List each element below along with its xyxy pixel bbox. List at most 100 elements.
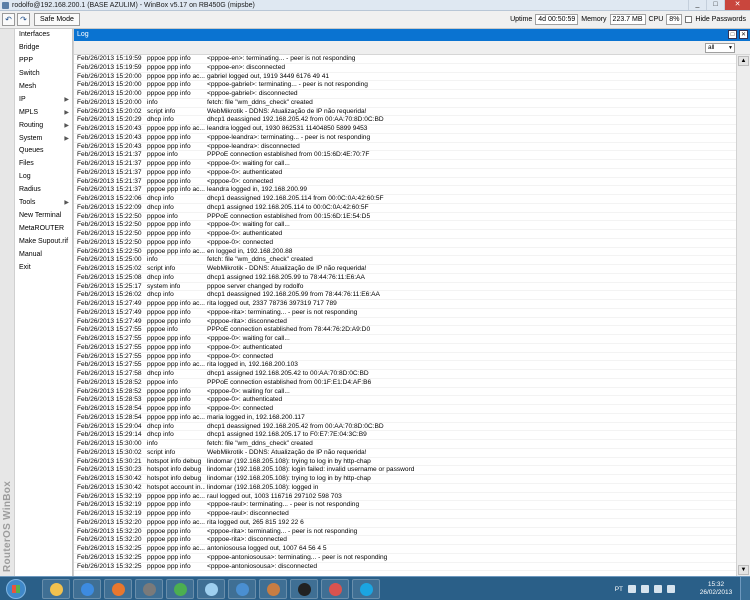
- log-row[interactable]: Feb/26/2013 15:32:25 pppoe ppp info ac...…: [74, 545, 737, 554]
- log-row[interactable]: Feb/26/2013 15:27:55 pppoe info PPPoE conn…: [74, 326, 737, 335]
- sidebar-item-manual[interactable]: Manual: [15, 249, 73, 262]
- log-row[interactable]: Feb/26/2013 15:32:19 pppoe ppp info <pppoe…: [74, 510, 737, 519]
- undo-icon[interactable]: ↶: [2, 13, 15, 26]
- firefox-icon[interactable]: [104, 579, 132, 599]
- log-row[interactable]: Feb/26/2013 15:32:19 pppoe ppp info ac...…: [74, 493, 737, 502]
- log-row[interactable]: Feb/26/2013 15:32:20 pppoe ppp info <pppoe…: [74, 528, 737, 537]
- hide-passwords-checkbox[interactable]: [685, 16, 693, 23]
- log-row[interactable]: Feb/26/2013 15:22:06 dhcp info dhcp1 deass…: [74, 195, 737, 204]
- winbox-icon[interactable]: [135, 579, 163, 599]
- sidebar-item-log[interactable]: Log: [15, 171, 73, 184]
- scroll-up-icon[interactable]: ▲: [738, 56, 749, 66]
- log-row[interactable]: Feb/26/2013 15:32:25 pppoe ppp info <pppoe…: [74, 554, 737, 563]
- cmd-icon[interactable]: [290, 579, 318, 599]
- network-app-icon[interactable]: [228, 579, 256, 599]
- log-row[interactable]: Feb/26/2013 15:21:37 pppoe info PPPoE conn…: [74, 151, 737, 160]
- sidebar-item-exit[interactable]: Exit: [15, 262, 73, 275]
- log-row[interactable]: Feb/26/2013 15:20:00 info fetch: file "wm_…: [74, 99, 737, 108]
- sidebar-item-ppp[interactable]: PPP: [15, 55, 73, 68]
- log-filter-select[interactable]: all ▼: [705, 43, 735, 53]
- log-row[interactable]: Feb/26/2013 15:30:00 info fetch: file "wm_…: [74, 440, 737, 449]
- language-indicator[interactable]: PT: [615, 586, 623, 593]
- log-row[interactable]: Feb/26/2013 15:20:00 pppoe ppp info <pppoe…: [74, 90, 737, 99]
- sidebar-item-system[interactable]: System ▶: [15, 133, 73, 146]
- log-row[interactable]: Feb/26/2013 15:32:20 pppoe ppp info <pppoe…: [74, 536, 737, 545]
- start-button[interactable]: [6, 579, 26, 599]
- log-row[interactable]: Feb/26/2013 15:29:14 dhcp info dhcp1 assig…: [74, 431, 737, 440]
- log-row[interactable]: Feb/26/2013 15:20:00 pppoe ppp info <pppoe…: [74, 81, 737, 90]
- log-row[interactable]: Feb/26/2013 15:32:20 pppoe ppp info ac...…: [74, 519, 737, 528]
- flag-icon[interactable]: [667, 585, 675, 593]
- sidebar-item-queues[interactable]: Queues: [15, 145, 73, 158]
- log-row[interactable]: Feb/26/2013 15:21:37 pppoe ppp info ac...…: [74, 186, 737, 195]
- sidebar-item-switch[interactable]: Switch: [15, 68, 73, 81]
- tray-arrow-icon[interactable]: [628, 585, 636, 593]
- log-close-icon[interactable]: ✕: [739, 30, 748, 39]
- log-row[interactable]: Feb/26/2013 15:20:43 pppoe ppp info ac...…: [74, 125, 737, 134]
- log-row[interactable]: Feb/26/2013 15:27:49 pppoe ppp info <pppoe…: [74, 309, 737, 318]
- log-row[interactable]: Feb/26/2013 15:21:37 pppoe ppp info <pppoe…: [74, 169, 737, 178]
- sidebar-item-routing[interactable]: Routing ▶: [15, 120, 73, 133]
- log-row[interactable]: Feb/26/2013 15:28:54 pppoe ppp info ac...…: [74, 414, 737, 423]
- log-row[interactable]: Feb/26/2013 15:25:08 dhcp info dhcp1 assig…: [74, 274, 737, 283]
- log-row[interactable]: Feb/26/2013 15:25:02 script info WebMikrot…: [74, 265, 737, 274]
- log-row[interactable]: Feb/26/2013 15:30:42 hotspot account in..…: [74, 484, 737, 493]
- internet-explorer-icon[interactable]: [73, 579, 101, 599]
- chrome-icon[interactable]: [166, 579, 194, 599]
- maximize-button[interactable]: □: [706, 0, 724, 10]
- log-row[interactable]: Feb/26/2013 15:28:52 pppoe ppp info <pppoe…: [74, 388, 737, 397]
- sidebar-item-radius[interactable]: Radius: [15, 184, 73, 197]
- log-row[interactable]: Feb/26/2013 15:20:43 pppoe ppp info <pppoe…: [74, 134, 737, 143]
- scroll-down-icon[interactable]: ▼: [738, 565, 749, 575]
- show-desktop-button[interactable]: [740, 577, 750, 600]
- log-row[interactable]: Feb/26/2013 15:21:37 pppoe ppp info <pppoe…: [74, 178, 737, 187]
- sidebar-item-make-supout-rif[interactable]: Make Supout.rif: [15, 236, 73, 249]
- log-list[interactable]: Feb/26/2013 15:19:59 pppoe ppp info <pppoe…: [74, 55, 737, 576]
- log-row[interactable]: Feb/26/2013 15:30:21 hotspot info debug li…: [74, 458, 737, 467]
- log-titlebar[interactable]: Log □ ✕: [74, 29, 750, 41]
- log-row[interactable]: Feb/26/2013 15:30:23 hotspot info debug li…: [74, 466, 737, 475]
- log-row[interactable]: Feb/26/2013 15:30:02 script info WebMikrot…: [74, 449, 737, 458]
- sidebar-item-bridge[interactable]: Bridge: [15, 42, 73, 55]
- safe-mode-button[interactable]: Safe Mode: [34, 13, 80, 26]
- log-row[interactable]: Feb/26/2013 15:19:59 pppoe ppp info <pppoe…: [74, 55, 737, 64]
- log-row[interactable]: Feb/26/2013 15:27:58 dhcp info dhcp1 assig…: [74, 370, 737, 379]
- log-row[interactable]: Feb/26/2013 15:28:52 pppoe info PPPoE conn…: [74, 379, 737, 388]
- photo-app-icon[interactable]: [259, 579, 287, 599]
- log-row[interactable]: Feb/26/2013 15:20:00 pppoe ppp info ac...…: [74, 73, 737, 82]
- log-row[interactable]: Feb/26/2013 15:25:00 info fetch: file "wm_…: [74, 256, 737, 265]
- close-button[interactable]: ✕: [724, 0, 750, 10]
- explorer-icon[interactable]: [42, 579, 70, 599]
- log-row[interactable]: Feb/26/2013 15:25:17 system info pppoe ser…: [74, 283, 737, 292]
- log-row[interactable]: Feb/26/2013 15:27:55 pppoe ppp info ac...…: [74, 361, 737, 370]
- log-row[interactable]: Feb/26/2013 15:27:55 pppoe ppp info <pppoe…: [74, 344, 737, 353]
- log-row[interactable]: Feb/26/2013 15:20:29 dhcp info dhcp1 deass…: [74, 116, 737, 125]
- log-row[interactable]: Feb/26/2013 15:32:25 pppoe ppp info <pppoe…: [74, 563, 737, 572]
- sidebar-item-mesh[interactable]: Mesh: [15, 81, 73, 94]
- log-row[interactable]: Feb/26/2013 15:22:50 pppoe ppp info <pppoe…: [74, 239, 737, 248]
- log-row[interactable]: Feb/26/2013 15:27:49 pppoe ppp info <pppoe…: [74, 318, 737, 327]
- sidebar-item-new-terminal[interactable]: New Terminal: [15, 210, 73, 223]
- log-row[interactable]: Feb/26/2013 15:26:02 dhcp info dhcp1 deass…: [74, 291, 737, 300]
- log-row[interactable]: Feb/26/2013 15:22:50 pppoe info PPPoE conn…: [74, 213, 737, 222]
- volume-icon[interactable]: [654, 585, 662, 593]
- log-row[interactable]: Feb/26/2013 15:28:54 pppoe ppp info <pppoe…: [74, 405, 737, 414]
- redo-icon[interactable]: ↷: [17, 13, 30, 26]
- log-row[interactable]: Feb/26/2013 15:19:59 pppoe ppp info <pppoe…: [74, 64, 737, 73]
- paint-icon[interactable]: [321, 579, 349, 599]
- log-row[interactable]: Feb/26/2013 15:20:02 script info WebMikrot…: [74, 108, 737, 117]
- log-row[interactable]: Feb/26/2013 15:27:55 pppoe ppp info <pppoe…: [74, 353, 737, 362]
- sidebar-item-ip[interactable]: IP ▶: [15, 94, 73, 107]
- log-row[interactable]: Feb/26/2013 15:30:42 hotspot info debug li…: [74, 475, 737, 484]
- network-icon[interactable]: [641, 585, 649, 593]
- minimize-button[interactable]: _: [688, 0, 706, 10]
- log-row[interactable]: Feb/26/2013 15:20:43 pppoe ppp info <pppoe…: [74, 143, 737, 152]
- sidebar-item-mpls[interactable]: MPLS ▶: [15, 107, 73, 120]
- log-row[interactable]: Feb/26/2013 15:22:50 pppoe ppp info <pppoe…: [74, 230, 737, 239]
- log-row[interactable]: Feb/26/2013 15:29:04 dhcp info dhcp1 deass…: [74, 423, 737, 432]
- sidebar-item-interfaces[interactable]: Interfaces: [15, 29, 73, 42]
- sidebar-item-files[interactable]: Files: [15, 158, 73, 171]
- skype-icon[interactable]: [352, 579, 380, 599]
- log-row[interactable]: Feb/26/2013 15:27:49 pppoe ppp info ac...…: [74, 300, 737, 309]
- log-restore-icon[interactable]: □: [728, 30, 737, 39]
